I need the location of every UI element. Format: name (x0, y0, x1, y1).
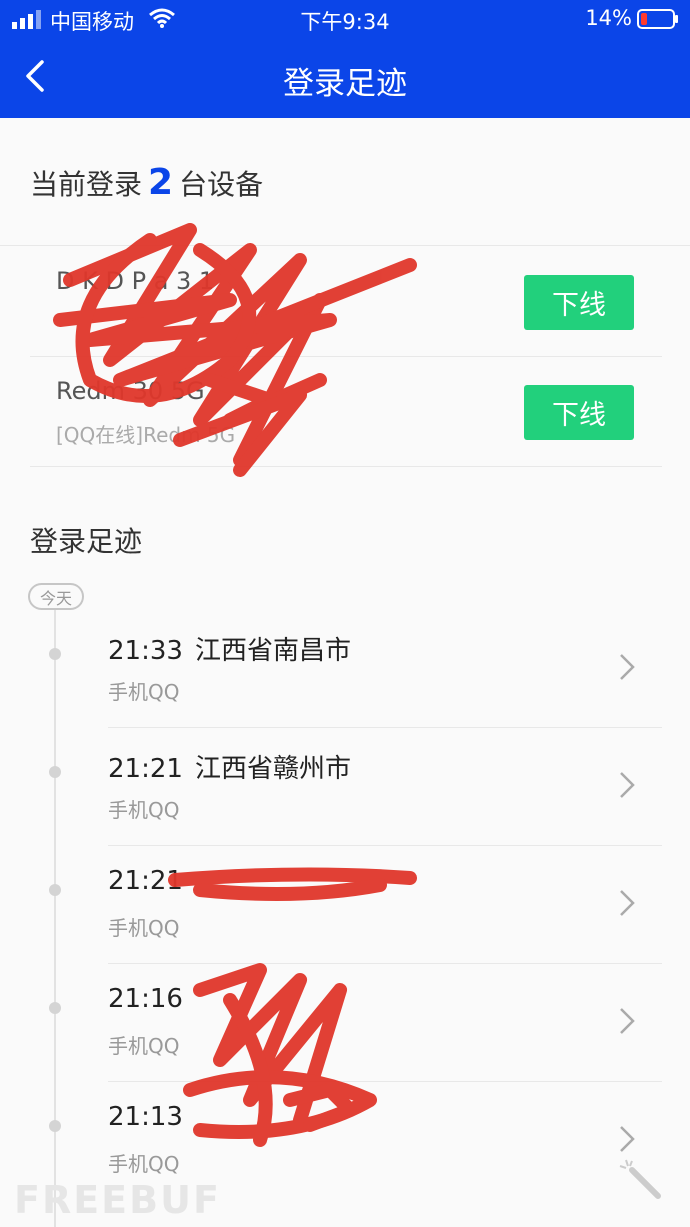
record-time: 21:21 (108, 754, 183, 784)
current-login-suffix: 台设备 (179, 168, 264, 201)
chevron-right-icon (620, 772, 635, 798)
record-client: 手机QQ (108, 1034, 180, 1058)
chevron-right-icon (620, 890, 635, 916)
footprint-record[interactable]: 21:33 江西省南昌市 手机QQ (0, 610, 690, 728)
offline-button[interactable]: 下线 (524, 275, 634, 330)
current-login-heading: 当前登录 2 台设备 (30, 162, 263, 203)
record-client: 手机QQ (108, 916, 180, 940)
footprint-record[interactable]: 21:21 手机QQ (0, 846, 690, 964)
offline-button[interactable]: 下线 (524, 385, 634, 440)
device-name: D K D P a 3 1 (56, 267, 215, 295)
record-client: 手机QQ (108, 680, 180, 704)
chevron-right-icon (620, 654, 635, 680)
battery-icon (637, 9, 678, 29)
device-row: D K D P a 3 1 下线 (30, 247, 662, 357)
battery-percent: 14% (585, 6, 632, 30)
record-time: 21:21 (108, 866, 183, 896)
record-time: 21:16 (108, 984, 183, 1014)
current-login-prefix: 当前登录 (30, 168, 143, 201)
device-count: 2 (148, 162, 174, 203)
record-title: 21:33 江西省南昌市 (108, 630, 351, 667)
record-title: 21:13 (108, 1102, 195, 1132)
record-time: 21:33 (108, 636, 183, 666)
record-client: 手机QQ (108, 1152, 180, 1176)
device-row: Redm 30 5G [QQ在线]Redm 5G 下线 (30, 357, 662, 467)
record-location: 江西省赣州市 (194, 754, 351, 784)
device-name: Redm 30 5G (56, 377, 205, 405)
watermark: FREEBUF (14, 1178, 221, 1222)
record-title: 21:16 (108, 984, 195, 1014)
timeline-dot (49, 884, 61, 896)
chevron-right-icon (620, 1126, 635, 1152)
record-time: 21:13 (108, 1102, 183, 1132)
footprint-record[interactable]: 21:16 手机QQ (0, 964, 690, 1082)
timeline-dot (49, 648, 61, 660)
day-badge: 今天 (28, 583, 84, 610)
section-divider (0, 245, 690, 246)
record-title: 21:21 江西省赣州市 (108, 748, 351, 785)
record-title: 21:21 (108, 866, 195, 896)
record-location: 江西省南昌市 (194, 636, 351, 666)
page-title: 登录足迹 (283, 66, 407, 102)
timeline-dot (49, 1002, 61, 1014)
device-desc: [QQ在线]Redm 5G (56, 423, 236, 447)
record-client: 手机QQ (108, 798, 180, 822)
status-bar: 中国移动 下午9:34 14% (0, 0, 690, 38)
chevron-right-icon (620, 1008, 635, 1034)
footprint-heading: 登录足迹 (30, 525, 143, 558)
nav-bar: 登录足迹 (0, 38, 690, 118)
magic-wand-icon (619, 1159, 661, 1199)
timeline-dot (49, 1120, 61, 1132)
footprint-record[interactable]: 21:21 江西省赣州市 手机QQ (0, 728, 690, 846)
timeline-dot (49, 766, 61, 778)
